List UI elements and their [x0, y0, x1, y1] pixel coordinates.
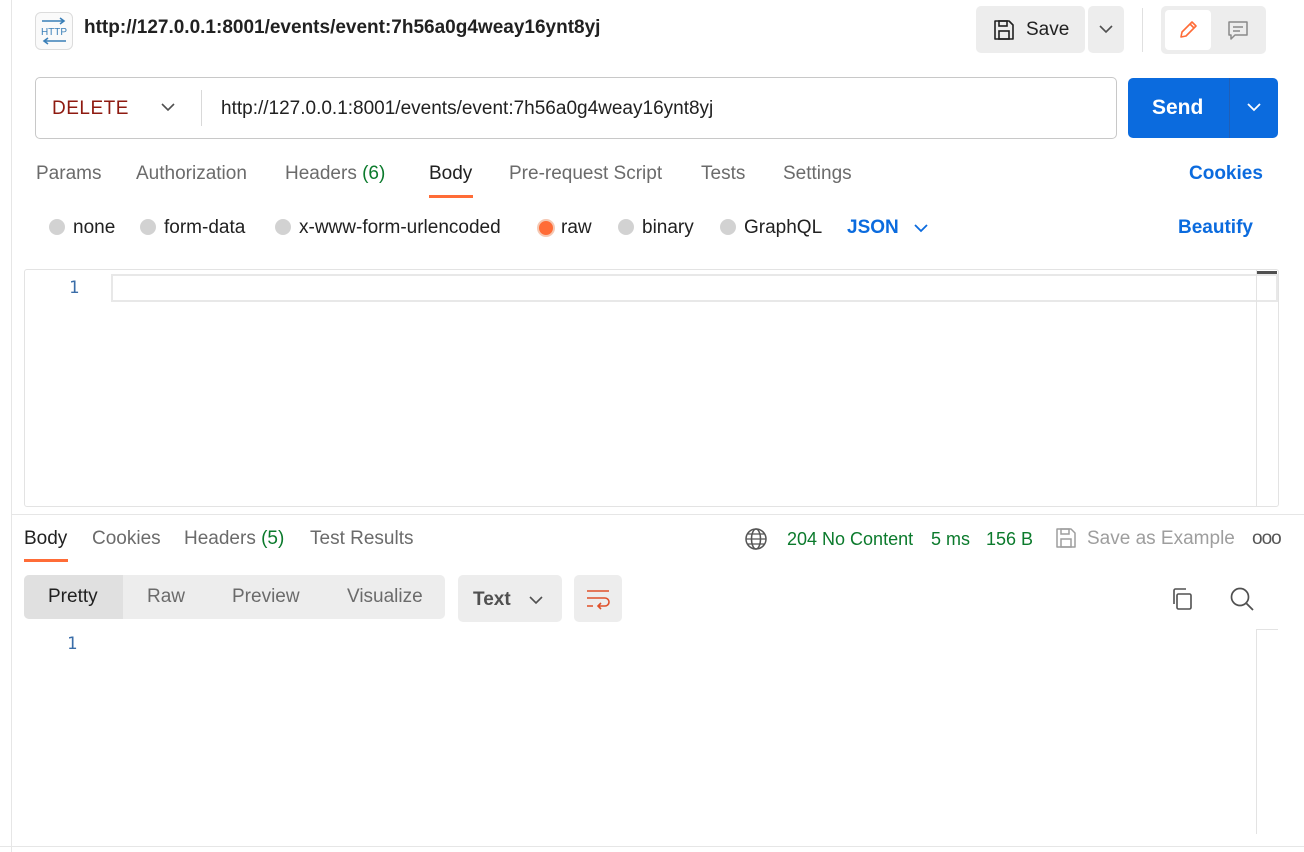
comment-icon	[1228, 21, 1248, 40]
resp-tab-test-results[interactable]: Test Results	[310, 528, 413, 550]
url-input[interactable]: http://127.0.0.1:8001/events/event:7h56a…	[221, 98, 713, 120]
editor-scrollbar-thumb[interactable]	[1257, 271, 1277, 274]
view-raw[interactable]: Raw	[147, 586, 185, 608]
radio-urlencoded-label[interactable]: x-www-form-urlencoded	[299, 217, 501, 239]
beautify-button[interactable]: Beautify	[1178, 217, 1253, 239]
response-format-label: Text	[473, 589, 511, 610]
view-mode-selector: Pretty Raw Preview Visualize	[24, 575, 445, 619]
radio-binary-label[interactable]: binary	[642, 217, 694, 239]
url-divider	[201, 90, 202, 126]
resp-tab-body[interactable]: Body	[24, 528, 67, 550]
raw-format-selector[interactable]: JSON	[847, 217, 899, 239]
tab-authorization[interactable]: Authorization	[136, 163, 247, 185]
chevron-down-icon[interactable]	[1246, 101, 1262, 113]
chevron-down-icon[interactable]	[913, 222, 929, 234]
response-divider	[12, 514, 1304, 515]
radio-binary[interactable]	[618, 219, 634, 235]
response-time[interactable]: 5 ms	[931, 529, 970, 550]
http-request-icon: HTTP	[35, 12, 73, 50]
radio-form-data[interactable]	[140, 219, 156, 235]
left-border	[11, 0, 12, 852]
bottom-border	[0, 846, 1304, 847]
request-body-editor[interactable]: 1	[24, 269, 1279, 507]
send-button-label: Send	[1152, 96, 1204, 119]
response-status[interactable]: 204 No Content	[787, 529, 913, 550]
save-button[interactable]: Save	[976, 6, 1085, 53]
search-icon[interactable]	[1229, 586, 1255, 612]
resp-active-tab-indicator	[24, 559, 68, 562]
line-number: 1	[69, 278, 80, 298]
chevron-down-icon[interactable]	[160, 101, 176, 113]
tab-headers[interactable]: Headers (6)	[285, 163, 385, 185]
editor-scrollbar-track	[1256, 270, 1257, 506]
wrap-lines-icon	[587, 590, 610, 610]
save-icon	[1056, 528, 1076, 548]
save-options-button[interactable]	[1088, 6, 1124, 53]
more-options-button[interactable]: ooo	[1252, 528, 1282, 550]
request-title[interactable]: http://127.0.0.1:8001/events/event:7h56a…	[84, 17, 600, 39]
active-tab-indicator	[429, 195, 473, 198]
response-format-selector[interactable]: Text	[458, 575, 562, 622]
wrap-lines-button[interactable]	[574, 575, 622, 622]
http-icon-text: HTTP	[41, 27, 67, 38]
chevron-down-icon	[529, 596, 543, 605]
tab-headers-label: Headers	[285, 163, 357, 184]
method-selector[interactable]: DELETE	[52, 98, 129, 120]
tab-body[interactable]: Body	[429, 163, 472, 185]
url-bar: DELETE http://127.0.0.1:8001/events/even…	[35, 77, 1117, 139]
save-icon	[994, 20, 1014, 40]
edit-mode-button[interactable]	[1165, 10, 1211, 50]
radio-none[interactable]	[49, 219, 65, 235]
radio-form-data-label[interactable]: form-data	[164, 217, 245, 239]
tab-params[interactable]: Params	[36, 163, 101, 185]
view-preview[interactable]: Preview	[232, 586, 300, 608]
resp-tab-headers[interactable]: Headers (5)	[184, 528, 284, 550]
radio-raw-label[interactable]: raw	[561, 217, 592, 239]
cookies-link[interactable]: Cookies	[1189, 163, 1263, 185]
pencil-icon	[1180, 21, 1197, 38]
globe-icon[interactable]	[744, 527, 768, 551]
radio-graphql[interactable]	[720, 219, 736, 235]
response-size[interactable]: 156 B	[986, 529, 1033, 550]
radio-graphql-label[interactable]: GraphQL	[744, 217, 822, 239]
radio-urlencoded[interactable]	[275, 219, 291, 235]
view-visualize[interactable]: Visualize	[347, 586, 423, 608]
tab-settings[interactable]: Settings	[783, 163, 852, 185]
mode-toggle	[1161, 6, 1266, 54]
response-scrollbar-track	[1256, 629, 1257, 834]
resp-tab-headers-label: Headers	[184, 528, 256, 549]
response-scrollbar-cap	[1256, 629, 1278, 630]
copy-icon[interactable]	[1170, 587, 1194, 611]
tab-tests[interactable]: Tests	[701, 163, 745, 185]
save-button-label: Save	[1026, 19, 1070, 40]
radio-none-label[interactable]: none	[73, 217, 115, 239]
response-line-number: 1	[67, 634, 78, 654]
radio-raw[interactable]	[537, 219, 555, 237]
resp-tab-cookies[interactable]: Cookies	[92, 528, 161, 550]
save-as-example-button[interactable]: Save as Example	[1087, 528, 1235, 550]
chevron-down-icon	[1099, 25, 1113, 34]
header-divider	[1142, 8, 1143, 52]
tab-pre-request-script[interactable]: Pre-request Script	[509, 163, 662, 185]
active-line-highlight	[111, 274, 1278, 302]
view-pretty[interactable]: Pretty	[48, 586, 98, 608]
tab-headers-count: (6)	[362, 163, 386, 184]
send-divider	[1229, 78, 1230, 138]
send-button[interactable]: Send	[1128, 78, 1278, 138]
resp-tab-headers-count: (5)	[261, 528, 285, 549]
